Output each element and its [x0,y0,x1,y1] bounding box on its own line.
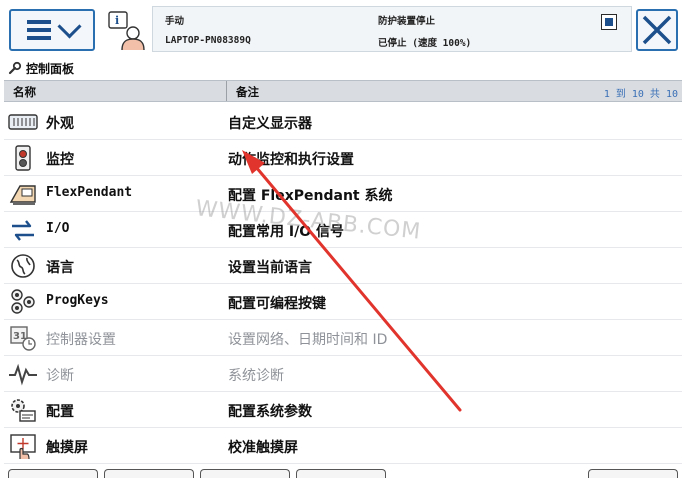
item-desc: 动作监控和执行设置 [228,152,354,168]
supervision-icon [15,145,31,171]
operating-mode: 手动 [165,16,185,27]
item-name: 监控 [46,152,74,168]
page-title: 控制面板 [26,61,75,76]
task-tab[interactable] [296,469,386,478]
list-item[interactable]: 语言 设置当前语言 [4,248,682,284]
chevron-down-icon [56,13,82,39]
column-header-name[interactable]: 名称 [13,84,36,100]
item-name: 语言 [46,260,74,276]
pagination-label: 1 到 10 共 10 [603,89,678,100]
hamburger-icon [26,20,51,40]
abb-menu-button[interactable] [9,9,95,51]
close-button[interactable] [636,9,678,51]
item-desc: 设置当前语言 [228,260,312,276]
status-panel[interactable]: 手动 LAPTOP-PN08389Q 防护装置停止 已停止 (速度 100%) [152,6,632,52]
operator-window-icon[interactable]: i [106,8,146,52]
list-item[interactable]: 监控 动作监控和执行设置 [4,140,682,176]
io-icon [12,220,34,241]
list-item[interactable]: I/O 配置常用 I/O 信号 [4,212,682,248]
flexpendant-icon [9,185,36,205]
progkeys-icon [11,289,35,314]
item-desc: 校准触摸屏 [228,440,298,456]
configuration-icon [11,399,36,422]
item-desc: 配置可编程按键 [228,296,326,312]
item-name: FlexPendant [46,185,133,200]
item-name: 外观 [46,116,74,132]
list-item[interactable]: 外观 自定义显示器 [4,104,682,140]
item-name: ProgKeys [46,293,109,308]
svg-text:i: i [115,14,119,27]
column-divider [226,81,227,101]
safety-state: 防护装置停止 [378,16,436,27]
controller-name: LAPTOP-PN08389Q [165,35,251,46]
page-title-row: 控制面板 [0,58,685,78]
list-item[interactable]: ProgKeys 配置可编程按键 [4,284,682,320]
touchscreen-icon [10,434,36,460]
task-tab[interactable] [8,469,98,478]
item-name: 诊断 [46,368,74,384]
item-name: 触摸屏 [46,440,88,456]
item-desc: 配置常用 I/O 信号 [228,224,344,240]
task-bar [0,466,685,478]
task-tab[interactable] [104,469,194,478]
table-header: 名称 备注 1 到 10 共 10 [4,80,682,102]
item-name: 配置 [46,404,74,420]
run-state: 已停止 (速度 100%) [378,38,472,49]
quickset-icon[interactable] [601,14,617,30]
control-panel-list: 外观 自定义显示器 监控 动作监控和执行设置 FlexPendant 配置 Fl… [4,104,682,464]
top-bar: i 手动 LAPTOP-PN08389Q 防护装置停止 已停止 (速度 100%… [0,0,685,58]
task-tab[interactable] [200,469,290,478]
close-icon [642,15,672,45]
appearance-icon [8,114,38,130]
item-desc: 配置 FlexPendant 系统 [228,188,393,204]
item-desc: 配置系统参数 [228,404,312,420]
item-name: 控制器设置 [46,332,116,348]
item-name: I/O [46,221,70,236]
list-item[interactable]: 配置 配置系统参数 [4,392,682,428]
item-desc: 设置网络、日期时间和 ID [228,332,388,348]
item-desc: 自定义显示器 [228,116,312,132]
controller-settings-icon: 31 [10,326,36,351]
diagnostics-icon [9,363,37,386]
column-header-note[interactable]: 备注 [236,84,259,100]
list-item[interactable]: FlexPendant 配置 FlexPendant 系统 [4,176,682,212]
list-item[interactable]: 31 控制器设置 设置网络、日期时间和 ID [4,320,682,356]
list-item[interactable]: 诊断 系统诊断 [4,356,682,392]
item-desc: 系统诊断 [228,368,284,384]
wrench-icon [8,61,22,75]
language-icon [11,254,35,278]
task-tab[interactable] [588,469,678,478]
list-item[interactable]: 触摸屏 校准触摸屏 [4,428,682,464]
